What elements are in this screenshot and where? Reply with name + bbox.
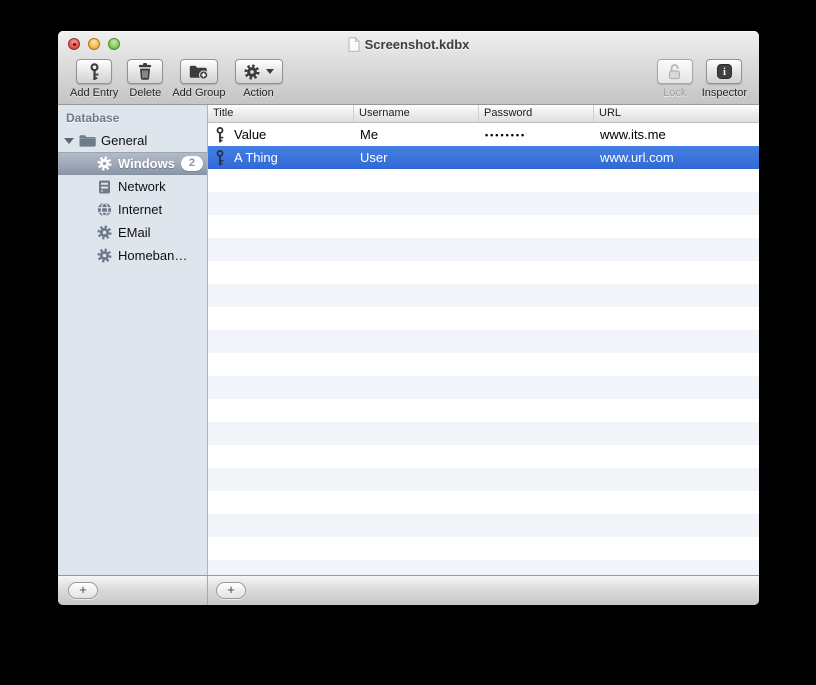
inspector-icon: i — [716, 64, 732, 79]
entry-url: www.url.com — [600, 150, 674, 165]
gear-icon — [244, 64, 260, 80]
gear-icon — [95, 156, 113, 171]
app-window: Screenshot.kdbx Add Entry Delete Add Gro… — [58, 31, 759, 605]
sidebar-item-label: EMail — [118, 225, 151, 240]
bottom-bar-divider — [207, 576, 208, 605]
delete-button[interactable] — [127, 59, 164, 84]
toolbar-item-lock: Lock — [656, 59, 693, 99]
key-icon — [215, 126, 225, 143]
table-header: Title Username Password URL — [208, 105, 759, 123]
sidebar-item-label: Internet — [118, 202, 163, 217]
folder-icon — [78, 134, 96, 147]
entry-password: •••••••• — [485, 129, 527, 140]
add-entry-label: Add Entry — [70, 87, 119, 99]
titlebar[interactable]: Screenshot.kdbx — [58, 31, 759, 57]
action-menu-button[interactable] — [234, 59, 283, 84]
gear-icon — [95, 248, 113, 263]
sidebar-item-label: Network — [118, 179, 166, 194]
bottom-bar: + + — [58, 575, 759, 605]
sidebar-item-label: General — [101, 133, 148, 148]
toolbar-item-add-group: Add Group — [172, 59, 226, 99]
add-group-label: Add Group — [172, 87, 226, 99]
sidebar-item-email[interactable]: EMail — [58, 221, 207, 244]
add-group-plus-button[interactable]: + — [68, 582, 98, 599]
folder-plus-icon — [189, 64, 209, 80]
lock-button[interactable] — [656, 59, 693, 84]
table-row-selected[interactable]: A Thing User www.url.com — [208, 146, 759, 169]
sidebar-item-internet[interactable]: Internet — [58, 198, 207, 221]
window-title: Screenshot.kdbx — [364, 36, 470, 52]
toolbar-item-inspector: i Inspector — [702, 59, 747, 99]
sidebar-item-label: Homeban… — [118, 248, 188, 263]
toolbar-item-action: Action — [234, 59, 283, 99]
sidebar-item-windows[interactable]: Windows 2 — [58, 152, 207, 175]
delete-label: Delete — [129, 87, 162, 99]
entry-username: User — [360, 150, 388, 165]
entry-title: A Thing — [234, 150, 278, 165]
key-icon — [215, 149, 225, 166]
sidebar-item-homebanking[interactable]: Homeban… — [58, 244, 207, 267]
gear-icon — [95, 225, 113, 240]
content-area: Database General Windows 2 Network Inter… — [58, 105, 759, 575]
entry-count-badge: 2 — [180, 156, 203, 171]
globe-icon — [95, 202, 113, 217]
svg-text:i: i — [723, 67, 726, 78]
window-chrome: Screenshot.kdbx Add Entry Delete Add Gro… — [58, 31, 759, 105]
action-label: Action — [243, 87, 274, 99]
entry-username: Me — [360, 127, 379, 142]
inspector-button[interactable]: i — [706, 59, 743, 84]
desktop: { "window": { "title": "Screenshot.kdbx"… — [0, 0, 816, 685]
add-group-button[interactable] — [179, 59, 218, 84]
sidebar: Database General Windows 2 Network Inter… — [58, 105, 208, 575]
key-icon — [88, 62, 101, 81]
window-title-area: Screenshot.kdbx — [58, 31, 759, 57]
sidebar-item-general[interactable]: General — [58, 129, 207, 152]
server-icon — [95, 180, 113, 194]
sidebar-section-header: Database — [66, 111, 120, 125]
column-header-title[interactable]: Title — [208, 105, 354, 122]
entry-table: Title Username Password URL Value Me •••… — [208, 105, 759, 575]
toolbar-item-add-entry: Add Entry — [70, 59, 118, 99]
add-entry-button[interactable] — [76, 59, 113, 84]
table-row[interactable]: Value Me •••••••• www.its.me — [208, 123, 759, 146]
chevron-down-icon — [265, 69, 274, 74]
lock-label: Lock — [663, 87, 687, 99]
sidebar-item-label: Windows — [118, 156, 175, 171]
padlock-open-icon — [667, 63, 682, 80]
column-header-url[interactable]: URL — [594, 105, 759, 122]
entry-url: www.its.me — [600, 127, 666, 142]
entry-title: Value — [234, 127, 267, 142]
column-header-username[interactable]: Username — [354, 105, 479, 122]
inspector-label: Inspector — [701, 87, 747, 99]
sidebar-item-network[interactable]: Network — [58, 175, 207, 198]
add-entry-plus-button[interactable]: + — [216, 582, 246, 599]
table-body[interactable]: Value Me •••••••• www.its.me A Thing Use… — [208, 123, 759, 575]
disclosure-triangle-icon[interactable] — [64, 137, 74, 144]
toolbar-item-delete: Delete — [127, 59, 164, 99]
column-header-password[interactable]: Password — [479, 105, 594, 122]
toolbar: Add Entry Delete Add Group Action Lock i… — [58, 57, 759, 104]
document-icon — [348, 36, 360, 52]
trash-icon — [138, 63, 152, 80]
